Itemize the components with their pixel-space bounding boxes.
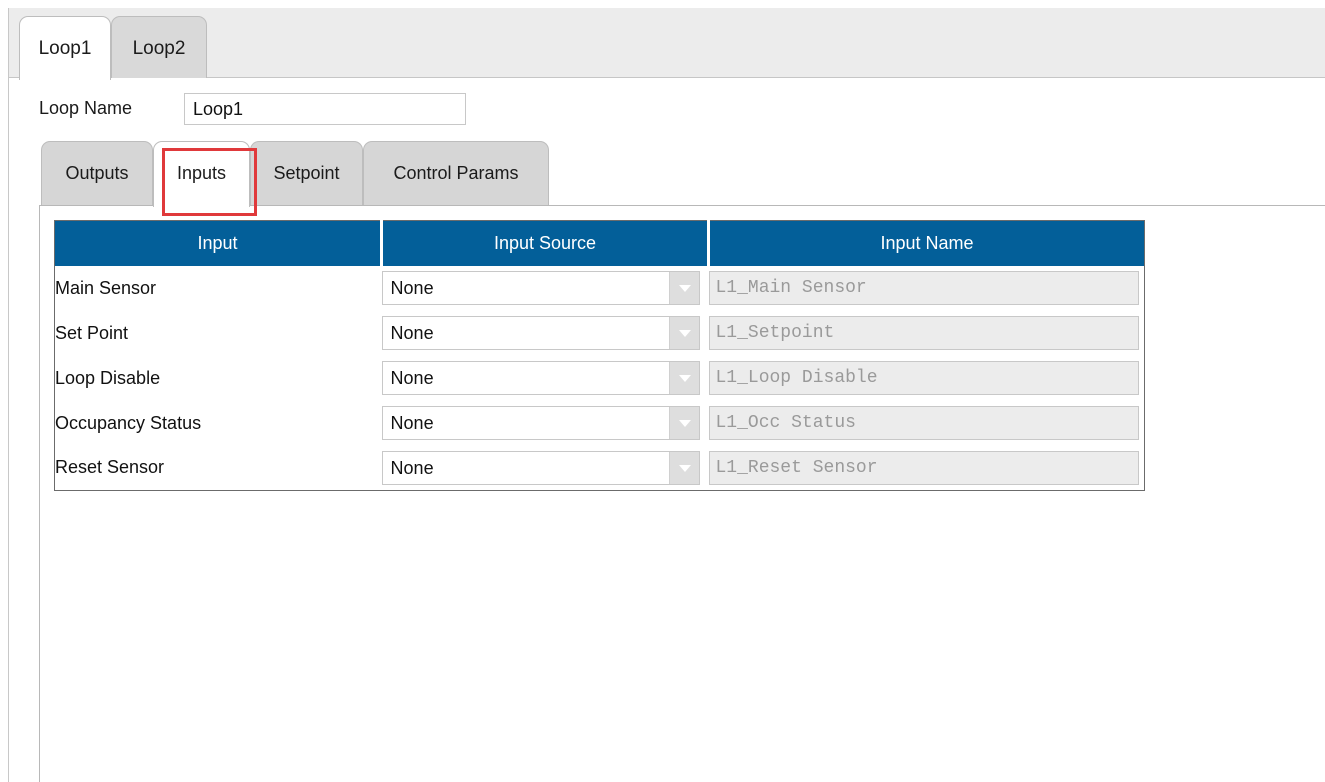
input-source-select[interactable]: None xyxy=(381,361,700,395)
input-source-cell: None xyxy=(381,266,709,311)
input-source-select[interactable]: None xyxy=(381,271,700,305)
input-name-cell xyxy=(708,311,1145,356)
table-row: Loop Disable None xyxy=(55,356,1145,401)
selected-source: None xyxy=(390,413,434,433)
loop-configuration-window: Loop1 Loop2 Loop Name Outputs Inputs Set… xyxy=(8,8,1325,782)
input-name-cell xyxy=(708,266,1145,311)
loop-panel: Loop Name Outputs Inputs Setpoint Contro… xyxy=(9,78,1325,782)
input-name-field[interactable] xyxy=(708,406,1139,440)
tab-setpoint[interactable]: Setpoint xyxy=(250,141,363,206)
selected-source: None xyxy=(390,278,434,298)
chevron-down-icon[interactable] xyxy=(668,362,699,394)
input-source-cell: None xyxy=(381,401,709,446)
loop-tabstrip: Loop1 Loop2 xyxy=(9,8,1325,80)
selected-source: None xyxy=(390,457,434,478)
inputs-tab-content: Input Input Source Input Name Main Senso… xyxy=(39,205,1325,782)
loop-section-tabstrip: Outputs Inputs Setpoint Control Params xyxy=(41,141,1325,207)
input-source-column-header: Input Source xyxy=(381,220,710,266)
chevron-down-icon[interactable] xyxy=(668,451,699,484)
table-row: Reset Sensor None xyxy=(55,446,1145,491)
selected-source: None xyxy=(390,323,434,343)
selected-source: None xyxy=(390,368,434,388)
table-header-row: Input Input Source Input Name xyxy=(54,220,1145,266)
input-source-select[interactable]: None xyxy=(381,450,700,485)
loop-name-label: Loop Name xyxy=(39,98,133,118)
chevron-down-icon[interactable] xyxy=(668,407,699,439)
input-name-field[interactable] xyxy=(708,361,1139,395)
input-column-header: Input xyxy=(54,220,384,266)
tab-control-params[interactable]: Control Params xyxy=(363,141,549,206)
inputs-table: Input Input Source Input Name Main Senso… xyxy=(54,220,1145,491)
input-source-cell: None xyxy=(381,311,709,356)
input-name-field[interactable] xyxy=(708,450,1139,485)
tab-loop1[interactable]: Loop1 xyxy=(19,16,111,80)
chevron-down-icon[interactable] xyxy=(668,317,699,349)
input-name-cell xyxy=(708,401,1145,446)
input-label: Occupancy Status xyxy=(55,412,202,433)
chevron-down-icon[interactable] xyxy=(668,272,699,304)
table-row: Main Sensor None xyxy=(55,266,1145,311)
input-name-cell xyxy=(708,446,1145,491)
input-label: Set Point xyxy=(55,322,129,343)
input-label: Loop Disable xyxy=(55,367,161,388)
input-source-cell: None xyxy=(381,356,709,401)
input-label: Main Sensor xyxy=(55,277,157,298)
tab-outputs[interactable]: Outputs xyxy=(41,141,153,206)
input-source-select[interactable]: None xyxy=(381,406,700,440)
input-name-field[interactable] xyxy=(708,271,1139,305)
input-source-select[interactable]: None xyxy=(381,316,700,350)
tab-inputs[interactable]: Inputs xyxy=(153,141,250,207)
input-name-field[interactable] xyxy=(708,316,1139,350)
tab-loop2[interactable]: Loop2 xyxy=(111,16,207,79)
table-row: Occupancy Status None xyxy=(55,401,1145,446)
table-row: Set Point None xyxy=(55,311,1145,356)
input-source-cell: None xyxy=(381,446,709,491)
input-name-column-header: Input Name xyxy=(708,220,1145,266)
input-label: Reset Sensor xyxy=(55,457,165,478)
loop-name-input[interactable] xyxy=(184,93,466,125)
input-name-cell xyxy=(708,356,1145,401)
